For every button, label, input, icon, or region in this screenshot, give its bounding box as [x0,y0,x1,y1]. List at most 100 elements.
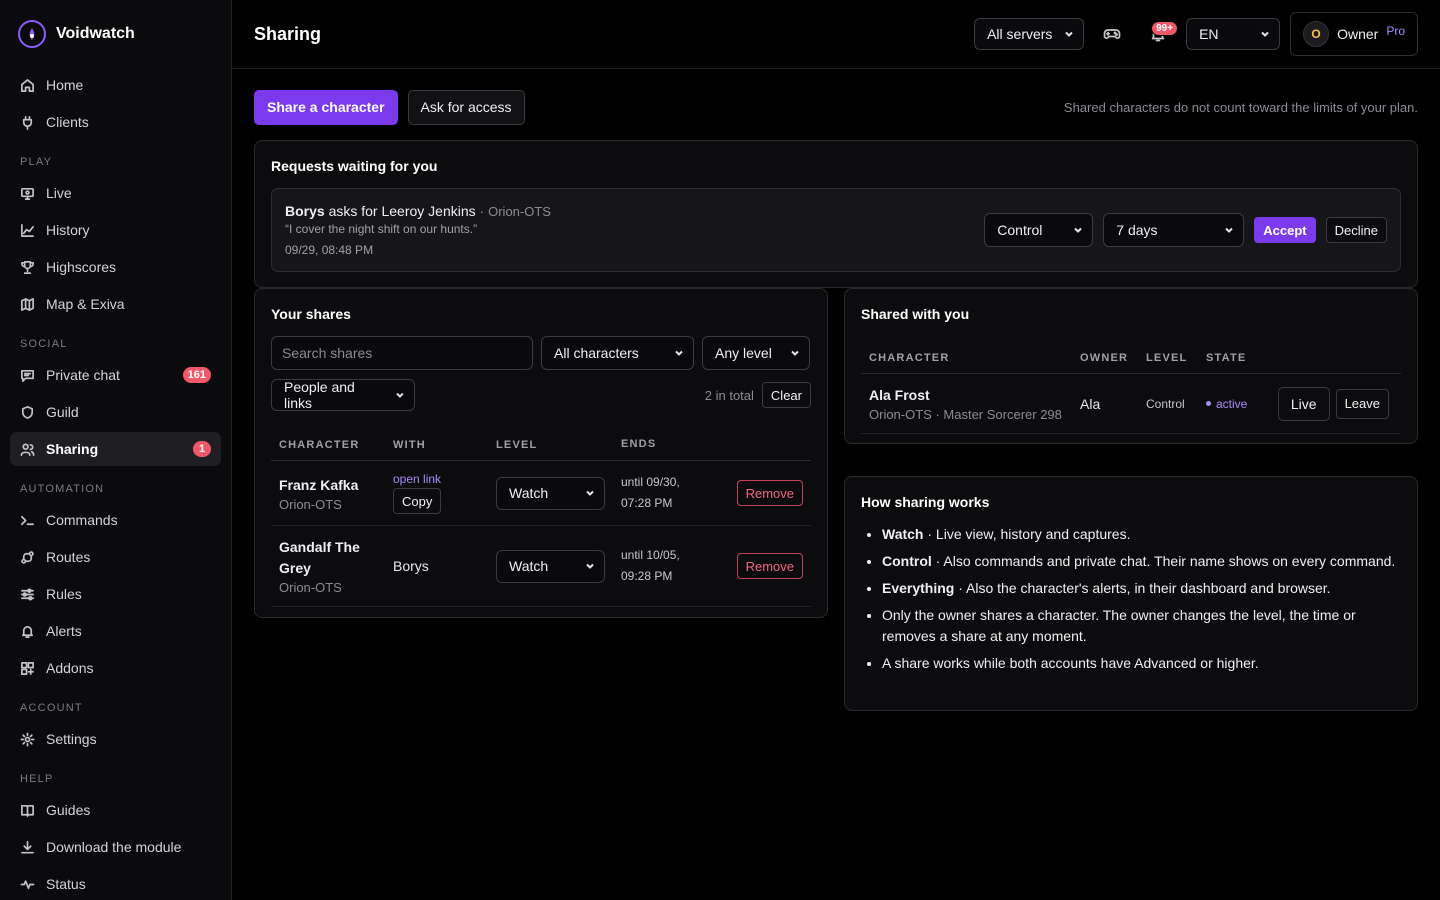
sidebar-item-label: Addons [46,660,94,676]
list-item: A share works while both accounts have A… [882,653,1401,674]
sidebar-item-label: Guild [46,404,79,420]
sidebar-item-home[interactable]: Home [10,68,221,102]
owner-name: Ala [1080,395,1101,412]
list-item: Only the owner shares a character. The o… [882,605,1401,647]
search-input[interactable]: Search shares [271,336,533,370]
sidebar-item-label: Clients [46,114,89,130]
chevron-down-icon [791,350,799,356]
open-link[interactable]: open link [393,472,496,486]
pulse-icon [20,879,35,889]
share-ends-time: 09:28 PM [621,569,673,583]
people-filter-select[interactable]: People and links [271,379,415,411]
share-ends-time: 07:28 PM [621,496,673,510]
table-row: Franz Kafka Orion-OTS open link Copy Wat… [271,461,811,526]
language-select[interactable]: EN [1186,18,1281,50]
character-details: Orion-OTS · Master Sorcerer 298 [869,407,1062,422]
copy-link-button[interactable]: Copy [393,488,442,514]
sidebar-section-help: HELP [20,773,54,785]
decline-button[interactable]: Decline [1325,217,1387,243]
route-icon [21,550,34,564]
list-item: Everything · Also the character's alerts… [882,578,1401,599]
your-shares-title: Your shares [271,306,351,322]
share-ends-date: until 10/05, [621,548,680,562]
status-dot-icon [1206,401,1211,406]
sidebar-section-account: ACCOUNT [20,702,83,714]
sidebar-item-commands[interactable]: Commands [10,503,221,537]
plan-note: Shared characters do not count toward th… [1063,99,1418,115]
server-select[interactable]: All servers [974,18,1085,50]
requester-name: Borys [285,203,325,219]
table-header: CHARACTER WITH LEVEL ENDS [271,429,811,461]
request-item: Borys asks for Leeroy Jenkins · Orion-OT… [271,188,1401,272]
list-item: Control · Also commands and private chat… [882,551,1401,572]
character-name: Ala Frost [869,387,930,403]
terminal-icon [21,515,34,525]
share-level-select[interactable]: Watch [496,549,605,583]
sidebar-item-download[interactable]: Download the module [10,830,221,864]
your-shares-card: Your shares Search shares All characters… [254,288,828,618]
leave-button[interactable]: Leave [1335,388,1389,419]
table-row: Gandalf The Grey Orion-OTS Borys Watch u… [271,526,811,607]
sidebar-item-label: Sharing [46,441,99,457]
chevron-down-icon [1065,31,1073,37]
sidebar-item-alerts[interactable]: Alerts [10,614,221,648]
remove-share-button[interactable]: Remove [736,553,803,579]
sidebar-item-private-chat[interactable]: Private chat 161 [10,358,221,392]
notifications-badge: 99+ [1151,21,1179,36]
gamepad-button[interactable] [1094,18,1130,50]
plug-icon [22,115,33,130]
book-icon [21,804,34,817]
main-content: Sharing All servers 99+ EN O Owner Pro S… [232,0,1440,900]
share-level-select[interactable]: Watch [496,476,605,510]
users-icon [20,443,35,456]
request-level-select[interactable]: Control [984,213,1094,247]
sidebar-item-label: History [46,222,90,238]
table-row: Ala Frost Orion-OTS · Master Sorcerer 29… [861,374,1401,434]
sidebar-item-history[interactable]: History [10,213,221,247]
brand[interactable]: Voidwatch [0,0,231,68]
sidebar-item-status[interactable]: Status [10,867,221,900]
table-header: CHARACTER OWNER LEVEL STATE [861,342,1401,374]
live-button[interactable]: Live [1277,386,1330,421]
account-menu[interactable]: O Owner Pro [1290,12,1418,56]
character-name: Gandalf The Grey [279,539,360,576]
sidebar-item-guild[interactable]: Guild [10,395,221,429]
sidebar-item-label: Live [46,185,72,201]
monitor-icon [21,187,34,200]
sidebar-item-sharing[interactable]: Sharing 1 [10,432,221,466]
shield-icon [21,405,34,419]
sidebar-item-label: Settings [46,731,97,747]
request-server: Orion-OTS [488,204,551,219]
chevron-down-icon [1074,227,1082,233]
sidebar-section-social: SOCIAL [20,338,68,350]
request-duration-select[interactable]: 7 days [1103,213,1245,247]
sidebar-item-addons[interactable]: Addons [10,651,221,685]
ask-access-button[interactable]: Ask for access [407,89,525,125]
sidebar-item-highscores[interactable]: Highscores [10,250,221,284]
sidebar-item-label: Home [46,77,84,93]
chat-icon [21,369,34,382]
sidebar-item-rules[interactable]: Rules [10,577,221,611]
how-title: How sharing works [861,494,990,510]
sharing-content: Share a character Ask for access Shared … [232,69,1440,711]
sidebar-item-routes[interactable]: Routes [10,540,221,574]
gear-icon [20,732,35,746]
notifications-button[interactable]: 99+ [1140,18,1179,50]
sidebar-item-label: Download the module [46,839,182,855]
request-time: 09/29, 08:48 PM [285,243,374,257]
accept-button[interactable]: Accept [1254,217,1316,243]
total-count: 2 in total [704,387,754,403]
sidebar-nav: Home Clients PLAY Live History Highscore… [0,68,231,900]
sidebar-item-live[interactable]: Live [10,176,221,210]
remove-share-button[interactable]: Remove [736,480,803,506]
sidebar-item-map[interactable]: Map & Exiva [10,287,221,321]
character-filter-select[interactable]: All characters [541,336,694,370]
shared-with-you-title: Shared with you [861,306,970,322]
sidebar-item-guides[interactable]: Guides [10,793,221,827]
share-character-button[interactable]: Share a character [254,89,398,125]
sidebar-item-settings[interactable]: Settings [10,722,221,756]
level-filter-select[interactable]: Any level [702,336,810,370]
clear-filters-button[interactable]: Clear [761,382,811,408]
sidebar-item-clients[interactable]: Clients [10,105,221,139]
sidebar-item-label: Guides [46,802,91,818]
